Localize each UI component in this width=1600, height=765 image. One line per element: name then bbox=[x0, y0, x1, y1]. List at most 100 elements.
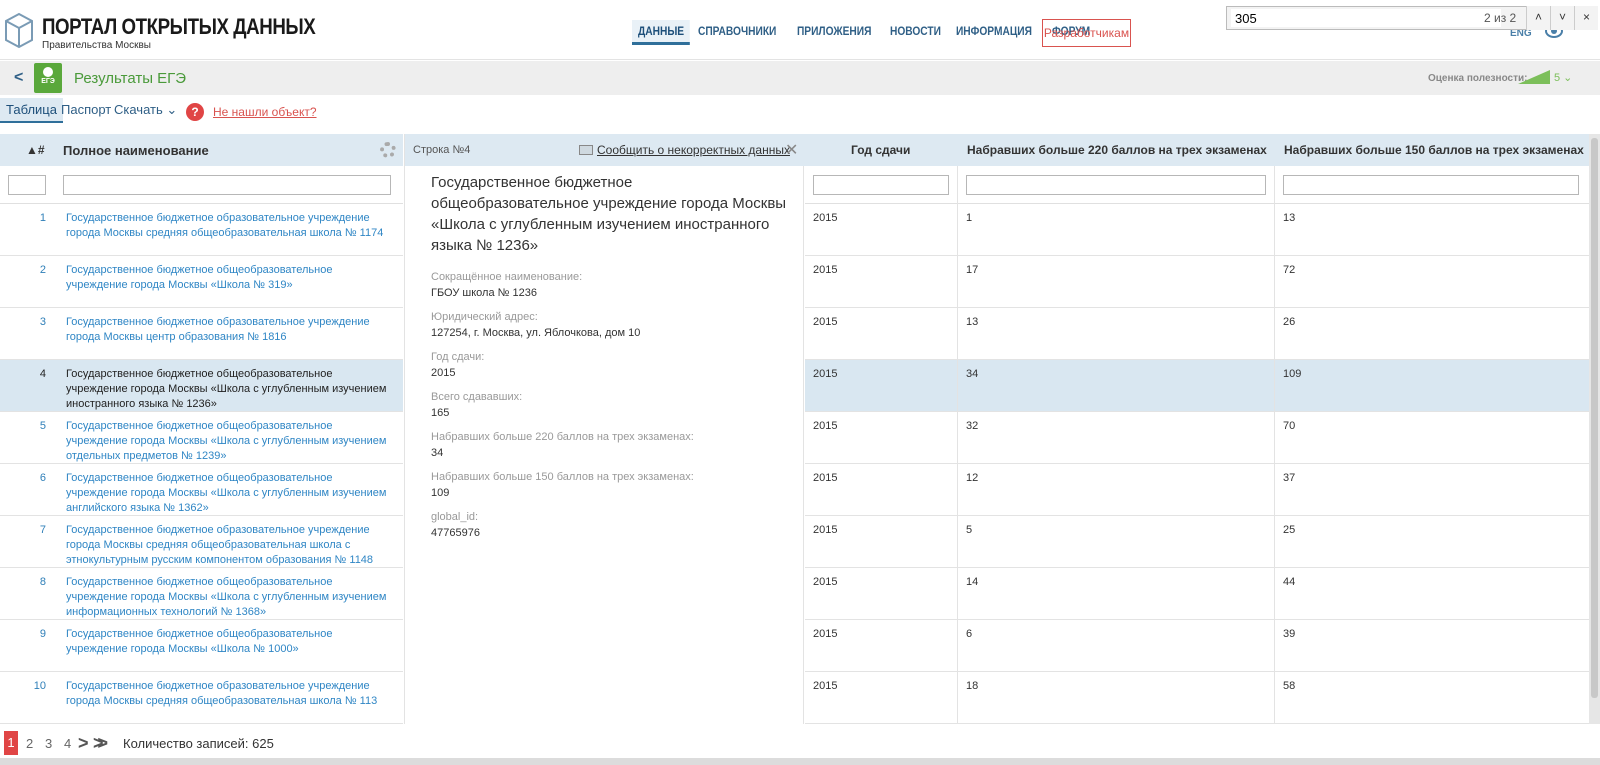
download-dropdown[interactable]: Скачать ⌄ bbox=[114, 102, 177, 118]
table-row-selected[interactable]: 4 Государственное бюджетное общеобразоват… bbox=[0, 360, 403, 412]
page-1-button[interactable]: 1 bbox=[4, 731, 18, 755]
main-nav: ДАННЫЕ СПРАВОЧНИКИ ПРИЛОЖЕНИЯ НОВОСТИ ИН… bbox=[632, 20, 1097, 45]
row-num: 4 bbox=[39, 368, 46, 380]
table-row[interactable]: 2015 1 13 bbox=[805, 204, 1589, 256]
nav-apps[interactable]: ПРИЛОЖЕНИЯ bbox=[791, 20, 877, 45]
nav-data[interactable]: ДАННЫЕ bbox=[632, 20, 691, 45]
nav-news[interactable]: НОВОСТИ bbox=[884, 20, 947, 45]
table-row[interactable]: 2015 14 44 bbox=[805, 568, 1589, 620]
back-arrow-icon[interactable]: < bbox=[14, 69, 23, 87]
cell-over220: 14 bbox=[966, 576, 979, 588]
cell-over220: 12 bbox=[966, 472, 979, 484]
cell-over220: 5 bbox=[966, 524, 973, 536]
report-incorrect-link[interactable]: Сообщить о некорректных данных bbox=[597, 143, 790, 157]
table-row[interactable]: 9 Государственное бюджетное общеобразоват… bbox=[0, 620, 403, 672]
last-page-icon[interactable]: >> bbox=[93, 733, 108, 754]
cell-over150: 70 bbox=[1283, 420, 1296, 432]
close-icon[interactable]: ✕ bbox=[785, 140, 798, 160]
table-row[interactable]: 2015 6 39 bbox=[805, 620, 1589, 672]
table-row[interactable]: 5 Государственное бюджетное общеобразоват… bbox=[0, 412, 403, 464]
row-name-link[interactable]: Государственное бюджетное общеобразовате… bbox=[66, 263, 396, 293]
row-name-link[interactable]: Государственное бюджетное образовательно… bbox=[66, 211, 396, 241]
table-row[interactable]: 2015 13 26 bbox=[805, 308, 1589, 360]
page-2-button[interactable]: 2 bbox=[26, 736, 33, 751]
dataset-titlebar: < ЕГЭ Результаты ЕГЭ Оценка полезности: … bbox=[0, 61, 1600, 95]
usefulness-value[interactable]: 5 ⌄ bbox=[1554, 71, 1572, 84]
cell-over150: 58 bbox=[1283, 680, 1296, 692]
table-row-selected[interactable]: 2015 34 109 bbox=[805, 360, 1589, 412]
logo-title[interactable]: ПОРТАЛ ОТКРЫТЫХ ДАННЫХ bbox=[42, 14, 316, 40]
cell-over150: 44 bbox=[1283, 576, 1296, 588]
table-header: ▲# Полное наименование bbox=[0, 134, 403, 166]
filter-year-input[interactable] bbox=[813, 175, 949, 195]
detail-field-value: 127254, г. Москва, ул. Яблочкова, дом 10 bbox=[431, 327, 641, 339]
developers-button[interactable]: Разработчикам bbox=[1042, 19, 1131, 47]
scrollbar-thumb[interactable] bbox=[1591, 138, 1598, 698]
column-num-header[interactable]: ▲# bbox=[26, 143, 45, 157]
not-found-link[interactable]: Не нашли объект? bbox=[213, 105, 317, 119]
row-num: 10 bbox=[33, 680, 46, 692]
table-row[interactable]: 2015 18 58 bbox=[805, 672, 1589, 724]
column-year-header[interactable]: Год сдачи bbox=[851, 143, 910, 157]
row-num: 6 bbox=[39, 472, 46, 484]
page-4-button[interactable]: 4 bbox=[64, 736, 71, 751]
gear-icon[interactable] bbox=[380, 142, 396, 158]
table-row[interactable]: 2015 17 72 bbox=[805, 256, 1589, 308]
vertical-scrollbar[interactable] bbox=[1589, 134, 1600, 724]
filter-over220-input[interactable] bbox=[966, 175, 1266, 195]
row-name-link[interactable]: Государственное бюджетное образовательно… bbox=[66, 679, 396, 709]
table-row[interactable]: 2015 32 70 bbox=[805, 412, 1589, 464]
detail-row-label: Строка №4 bbox=[413, 144, 471, 156]
row-name-link[interactable]: Государственное бюджетное общеобразовате… bbox=[66, 627, 396, 657]
cell-year: 2015 bbox=[813, 472, 838, 484]
row-name-link[interactable]: Государственное бюджетное общеобразовате… bbox=[66, 575, 396, 620]
row-name-link[interactable]: Государственное бюджетное образовательно… bbox=[66, 523, 396, 568]
tab-passport[interactable]: Паспорт bbox=[61, 102, 111, 117]
filter-over150-input[interactable] bbox=[1283, 175, 1579, 195]
cell-over220: 1 bbox=[966, 212, 973, 224]
portal-box-icon[interactable] bbox=[4, 10, 34, 50]
table-row[interactable]: 7 Государственное бюджетное образовательн… bbox=[0, 516, 403, 568]
table-row[interactable]: 10 Государственное бюджетное образователь… bbox=[0, 672, 403, 724]
record-detail-panel: Строка №4 Сообщить о некорректных данных… bbox=[404, 134, 805, 724]
nav-info[interactable]: ИНФОРМАЦИЯ bbox=[950, 20, 1038, 45]
detail-field-label: Юридический адрес: bbox=[431, 311, 538, 323]
cell-over220: 6 bbox=[966, 628, 973, 640]
table-row[interactable]: 2015 12 37 bbox=[805, 464, 1589, 516]
find-close-button[interactable]: × bbox=[1574, 6, 1598, 30]
find-next-button[interactable]: ˅ bbox=[1550, 6, 1574, 30]
cell-over220: 18 bbox=[966, 680, 979, 692]
table-row[interactable]: 2 Государственное бюджетное общеобразоват… bbox=[0, 256, 403, 308]
table-row[interactable]: 6 Государственное бюджетное общеобразоват… bbox=[0, 464, 403, 516]
table-row[interactable]: 8 Государственное бюджетное общеобразоват… bbox=[0, 568, 403, 620]
next-page-icon[interactable]: > bbox=[78, 733, 89, 754]
find-input[interactable] bbox=[1231, 9, 1501, 27]
column-over150-header[interactable]: Набравших больше 150 баллов на трех экза… bbox=[1284, 143, 1584, 157]
row-name-link[interactable]: Государственное бюджетное общеобразовате… bbox=[66, 367, 396, 412]
usefulness-rating-icon[interactable] bbox=[1518, 70, 1550, 84]
filter-name-input[interactable] bbox=[63, 175, 391, 195]
table-row[interactable]: 2015 5 25 bbox=[805, 516, 1589, 568]
table-row[interactable]: 1 Государственное бюджетное образовательн… bbox=[0, 204, 403, 256]
nav-directories[interactable]: СПРАВОЧНИКИ bbox=[692, 20, 782, 45]
detail-field-value: 109 bbox=[431, 487, 450, 499]
column-over220-header[interactable]: Набравших больше 220 баллов на трех экза… bbox=[967, 143, 1267, 157]
page-title: Результаты ЕГЭ bbox=[74, 70, 187, 87]
row-num: 2 bbox=[39, 264, 46, 276]
row-name-link[interactable]: Государственное бюджетное общеобразовате… bbox=[66, 419, 396, 464]
help-icon[interactable]: ? bbox=[186, 103, 204, 121]
page-3-button[interactable]: 3 bbox=[45, 736, 52, 751]
cell-year: 2015 bbox=[813, 524, 838, 536]
records-table: ▲# Полное наименование 1 Государственное … bbox=[0, 134, 403, 724]
column-name-header[interactable]: Полное наименование bbox=[63, 143, 209, 158]
row-name-link[interactable]: Государственное бюджетное образовательно… bbox=[66, 315, 396, 345]
tab-table[interactable]: Таблица bbox=[0, 98, 63, 123]
ege-logo-icon: ЕГЭ bbox=[34, 63, 62, 93]
table-row[interactable]: 3 Государственное бюджетное образовательн… bbox=[0, 308, 403, 360]
filter-num-input[interactable] bbox=[8, 175, 46, 195]
cell-over220: 32 bbox=[966, 420, 979, 432]
cell-over150: 109 bbox=[1283, 368, 1302, 380]
row-name-link[interactable]: Государственное бюджетное общеобразовате… bbox=[66, 471, 396, 516]
find-prev-button[interactable]: ˄ bbox=[1526, 6, 1550, 30]
detail-field-value: 165 bbox=[431, 407, 450, 419]
